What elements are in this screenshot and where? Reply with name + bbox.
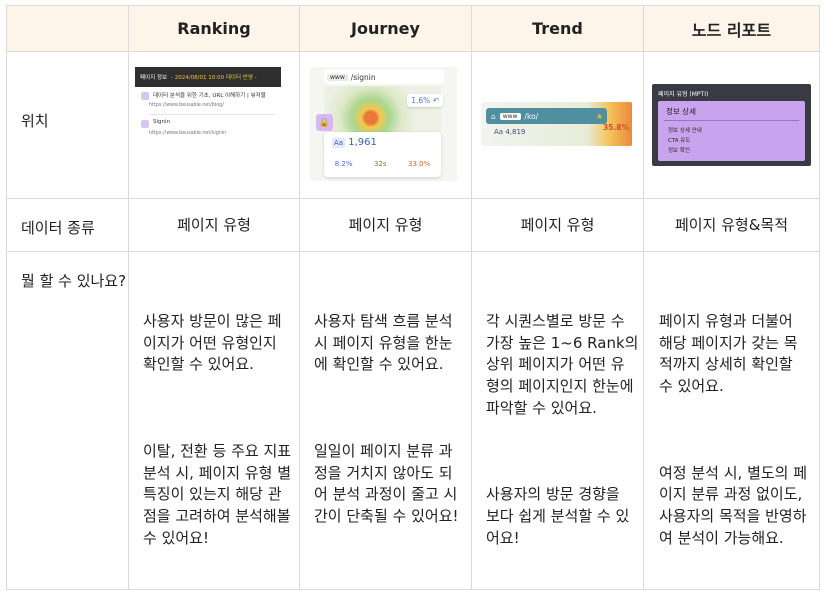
url-path: /signin bbox=[350, 72, 376, 82]
header-trend: Trend bbox=[532, 19, 583, 38]
star-icon: ★ bbox=[595, 111, 603, 121]
percent-value: 35.8% bbox=[602, 123, 629, 132]
data-type-ranking: 페이지 유형 bbox=[177, 216, 251, 234]
description-paragraph: 사용자 탐색 흐름 분석 시 페이지 유형을 한눈 에 확인할 수 있어요. bbox=[314, 312, 453, 374]
description-paragraph: 사용자의 방문 경향을 보다 쉽게 분석할 수 있 어요! bbox=[486, 485, 630, 547]
row-divider bbox=[7, 51, 819, 52]
description-paragraph: 사용자 방문이 많은 페 이지가 어떤 유형인지 확인할 수 있어요. bbox=[143, 312, 282, 374]
www-badge: www bbox=[327, 73, 348, 81]
users-icon: Aa bbox=[494, 128, 504, 136]
panel-item: 정보 상세 안내 bbox=[668, 128, 702, 134]
home-icon: ⌂ bbox=[491, 111, 496, 121]
page-info-bar: 페이지 정보 - 2024/08/01 10:00 데이터 반영 - bbox=[135, 67, 281, 87]
page-info-label: 페이지 정보 bbox=[140, 75, 168, 81]
description-paragraph: 이탈, 전환 등 주요 지표 분석 시, 페이지 유형 별 특징이 있는지 해당… bbox=[143, 442, 292, 547]
list-item-title: Signin bbox=[153, 119, 171, 125]
page-node-bar: ⌂ www /ko/ ★ bbox=[486, 108, 607, 124]
page-info-note: - 2024/08/01 10:00 데이터 반영 - bbox=[171, 75, 257, 81]
panel-item: CTA 유도 bbox=[668, 138, 691, 144]
percent-value: 1.6% bbox=[411, 96, 431, 105]
list-item-title: 데이터 분석을 위한 기초, URL 이해하기 | 뷰저블 bbox=[153, 93, 266, 99]
row-label-what-can-do: 뭘 할 수 있나요? bbox=[21, 272, 127, 290]
visit-count-value: 4,819 bbox=[505, 128, 526, 136]
header-ranking: Ranking bbox=[177, 19, 251, 38]
description-paragraph: 각 시퀀스별로 방문 수 가장 높은 1~6 Rank의 상위 페이지가 어떤 … bbox=[486, 312, 639, 417]
description-trend: 각 시퀀스별로 방문 수 가장 높은 1~6 Rank의 상위 페이지가 어떤 … bbox=[486, 268, 641, 614]
list-item: Signin bbox=[135, 115, 281, 128]
row-label-data-type: 데이터 종류 bbox=[21, 219, 95, 237]
url-path: /ko/ bbox=[524, 111, 539, 121]
description-ranking: 사용자 방문이 많은 페 이지가 어떤 유형인지 확인할 수 있어요. 이탈, … bbox=[143, 268, 293, 614]
stat-exit: 33.0% bbox=[407, 160, 431, 168]
column-divider bbox=[471, 6, 472, 589]
ranking-screenshot: 페이지 정보 - 2024/08/01 10:00 데이터 반영 - 데이터 분… bbox=[135, 67, 281, 167]
page-type-panel: 정보 상세 정보 상세 안내 CTA 유도 정보 확인 bbox=[658, 101, 805, 161]
column-divider bbox=[299, 6, 300, 589]
url-bar: www /signin bbox=[324, 70, 444, 84]
list-item-url: https://www.beusable.net/signin bbox=[149, 131, 227, 136]
description-journey: 사용자 탐색 흐름 분석 시 페이지 유형을 한눈 에 확인할 수 있어요. 일… bbox=[314, 268, 466, 593]
journey-screenshot: www /signin 1.6% ↶ 🔒 Aa 1,961 8.2% 32s 3… bbox=[310, 67, 457, 181]
panel-title: 정보 상세 bbox=[666, 107, 696, 116]
data-type-journey: 페이지 유형 bbox=[348, 216, 423, 234]
description-paragraph: 일일이 페이지 분류 과 정을 거치지 않아도 되 어 분석 과정이 줄고 시 … bbox=[314, 442, 459, 525]
list-item: 데이터 분석을 위한 기초, URL 이해하기 | 뷰저블 bbox=[135, 87, 281, 100]
lock-icon: 🔒 bbox=[316, 114, 333, 131]
www-badge: www bbox=[499, 112, 521, 120]
description-node-report: 페이지 유형과 더불어 해당 페이지가 갖는 목 적까지 상세히 확인할 수 있… bbox=[659, 268, 817, 614]
visit-count: Aa 4,819 bbox=[494, 128, 525, 136]
description-paragraph: 여정 분석 시, 별도의 페 이지 분류 과정 없이도, 사용자의 목적을 반영… bbox=[659, 463, 808, 547]
visit-count: Aa 1,961 bbox=[332, 137, 377, 148]
column-divider bbox=[128, 6, 129, 589]
row-label-location: 위치 bbox=[21, 112, 49, 130]
panel-header: 페이지 유형 (MPTI) bbox=[658, 91, 709, 98]
stat-conversion: 8.2% bbox=[334, 160, 353, 168]
node-report-screenshot: 페이지 유형 (MPTI) 정보 상세 정보 상세 안내 CTA 유도 정보 확… bbox=[652, 84, 811, 166]
divider bbox=[664, 120, 799, 121]
row-divider bbox=[7, 251, 819, 252]
visit-count-value: 1,961 bbox=[348, 137, 377, 148]
page-type-icon bbox=[141, 92, 149, 100]
percent-badge: 1.6% ↶ bbox=[407, 94, 443, 107]
column-divider bbox=[643, 6, 644, 589]
trend-screenshot: ⌂ www /ko/ ★ Aa 4,819 35.8% bbox=[481, 102, 632, 146]
stat-duration: 32s bbox=[373, 160, 387, 168]
stats-row: 8.2% 32s 33.0% bbox=[324, 160, 441, 168]
header-journey: Journey bbox=[351, 19, 420, 38]
lock-icon bbox=[141, 120, 149, 128]
users-icon: Aa bbox=[332, 138, 346, 148]
data-type-node-report: 페이지 유형&목적 bbox=[674, 216, 789, 234]
return-icon: ↶ bbox=[432, 96, 439, 105]
panel-item: 정보 확인 bbox=[668, 148, 690, 154]
header-node-report: 노드 리포트 bbox=[691, 20, 772, 40]
data-type-trend: 페이지 유형 bbox=[520, 216, 595, 234]
description-paragraph: 페이지 유형과 더불어 해당 페이지가 갖는 목 적까지 상세히 확인할 수 있… bbox=[659, 312, 798, 395]
list-item-url: https://www.beusable.net/blog/ bbox=[149, 103, 224, 108]
stats-card: Aa 1,961 8.2% 32s 33.0% bbox=[324, 132, 441, 177]
